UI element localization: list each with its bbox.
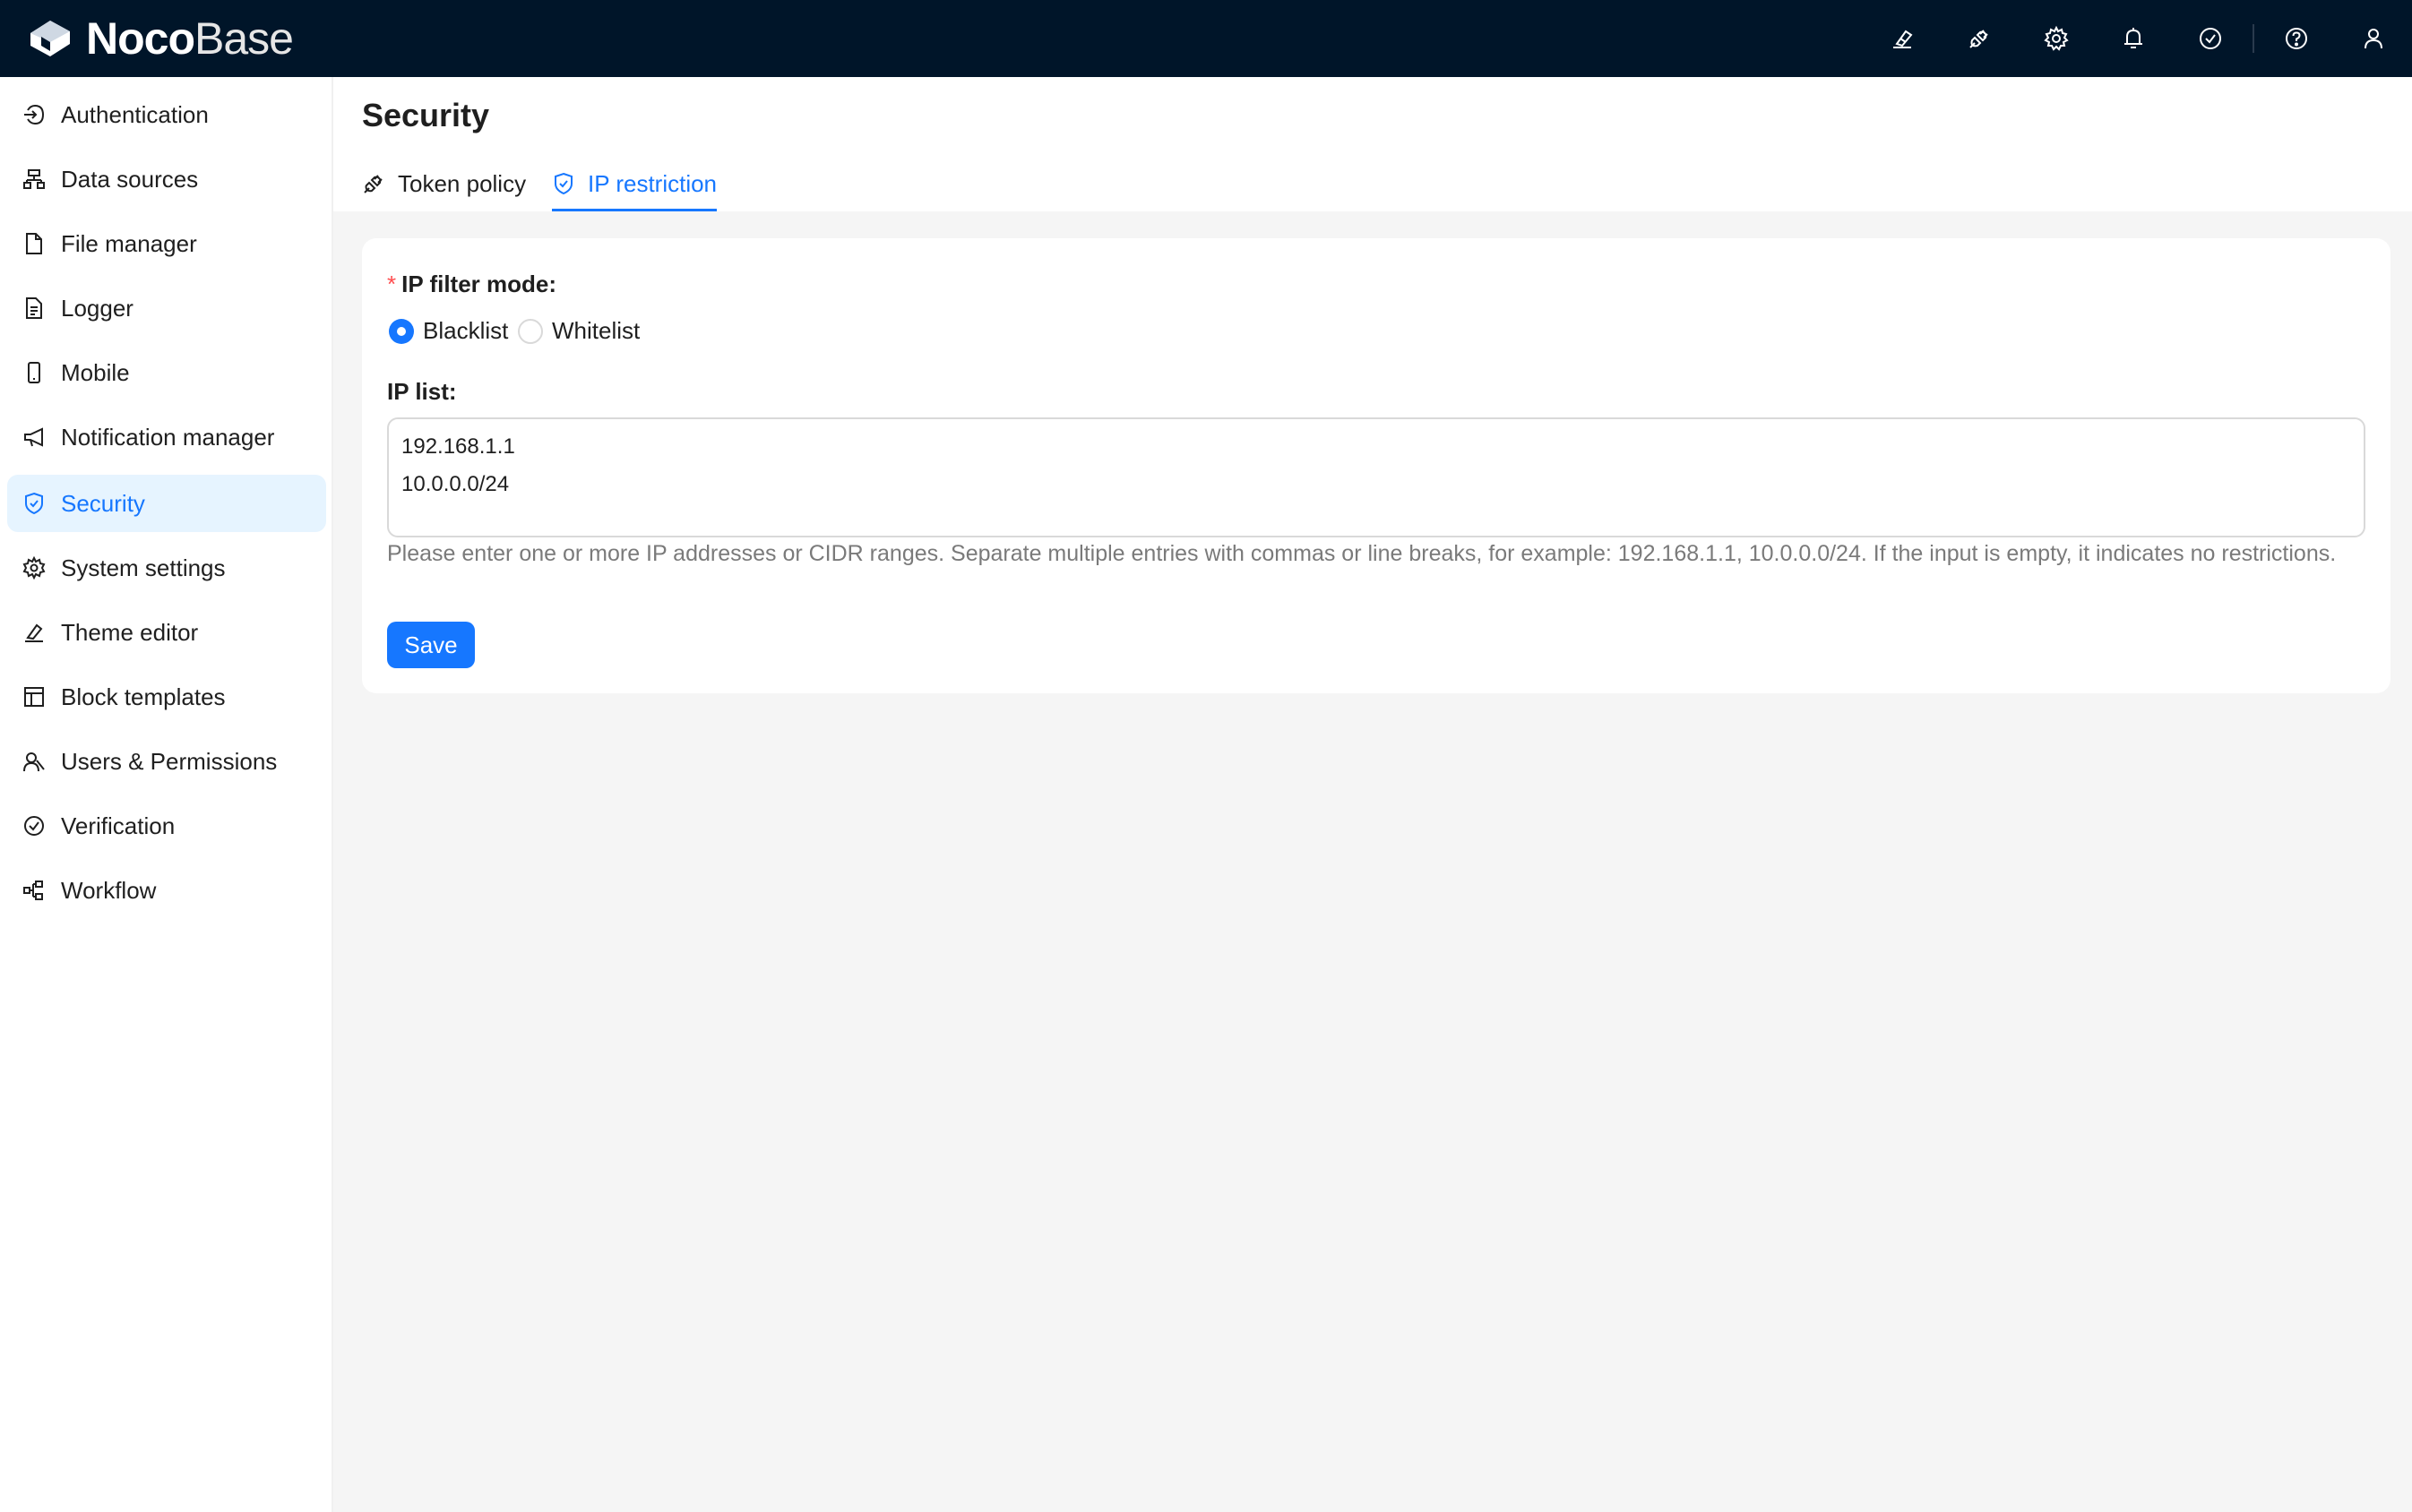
ip-list-textarea[interactable]: 192.168.1.1 10.0.0.0/24: [387, 417, 2365, 537]
user-icon[interactable]: [2335, 0, 2412, 77]
sidebar-item-block-templates[interactable]: Block templates: [7, 668, 326, 726]
sidebar-item-file-manager[interactable]: File manager: [7, 215, 326, 272]
gear-icon: [20, 554, 48, 582]
save-button[interactable]: Save: [387, 622, 475, 668]
help-icon[interactable]: [2258, 0, 2335, 77]
sidebar-item-authentication[interactable]: Authentication: [7, 86, 326, 143]
radio-label: Whitelist: [552, 317, 641, 344]
radio-whitelist[interactable]: Whitelist: [518, 317, 640, 345]
ip-list-line: 10.0.0.0/24: [401, 472, 510, 496]
settings-gear-icon[interactable]: [2018, 0, 2095, 77]
sidebar-item-notification-manager[interactable]: Notification manager: [7, 408, 326, 466]
sidebar-item-label: File manager: [61, 229, 197, 257]
sidebar-item-security[interactable]: Security: [7, 475, 326, 532]
sidebar-item-label: Data sources: [61, 165, 199, 193]
sidebar-item-label: System settings: [61, 554, 226, 581]
ip-filter-mode-label: * IP filter mode:: [387, 271, 557, 297]
check-circle-icon[interactable]: [2172, 0, 2249, 77]
sidebar-item-users-permissions[interactable]: Users & Permissions: [7, 733, 326, 790]
file-text-icon: [20, 294, 48, 322]
radio-label: Blacklist: [423, 317, 509, 344]
sidebar-item-workflow[interactable]: Workflow: [7, 862, 326, 919]
page-header: Security Token policy IP restriction: [333, 77, 2412, 211]
tab-ip-restriction[interactable]: IP restriction: [552, 156, 718, 211]
users-icon: [20, 747, 48, 776]
file-icon: [20, 229, 48, 258]
layout-icon: [20, 683, 48, 711]
radio-blacklist[interactable]: Blacklist: [389, 317, 508, 345]
workflow-icon: [20, 876, 48, 905]
megaphone-icon: [20, 423, 48, 451]
sidebar-item-label: Workflow: [61, 876, 157, 904]
sidebar-item-label: Verification: [61, 812, 176, 839]
settings-sidebar: Authentication Data sources File manager…: [0, 77, 333, 1512]
sidebar-item-system-settings[interactable]: System settings: [7, 539, 326, 597]
theme-brush-icon[interactable]: [1864, 0, 1941, 77]
sidebar-item-label: Authentication: [61, 100, 209, 128]
plug-icon: [364, 175, 383, 193]
ip-list-line: 192.168.1.1: [401, 434, 515, 459]
sidebar-item-data-sources[interactable]: Data sources: [7, 150, 326, 208]
required-mark: *: [387, 271, 397, 297]
app-name: NocoBase: [86, 13, 294, 64]
login-icon: [20, 100, 48, 129]
app-logo[interactable]: NocoBase: [25, 0, 294, 77]
sidebar-item-label: Logger: [61, 294, 134, 322]
tab-token-policy[interactable]: Token policy: [362, 156, 526, 211]
brush-icon: [20, 618, 48, 647]
tab-label: Token policy: [398, 169, 527, 197]
sidebar-item-label: Block templates: [61, 683, 226, 710]
nocobase-logo-icon: [30, 21, 70, 56]
tab-label: IP restriction: [588, 169, 718, 197]
page-title: Security: [362, 97, 490, 133]
sidebar-item-label: Users & Permissions: [61, 747, 278, 775]
sidebar-item-verification[interactable]: Verification: [7, 797, 326, 855]
plugin-icon[interactable]: [1941, 0, 2018, 77]
ip-list-label: IP list:: [387, 378, 457, 405]
sidebar-item-theme-editor[interactable]: Theme editor: [7, 604, 326, 661]
check-circle-icon: [20, 812, 48, 840]
sidebar-item-label: Notification manager: [61, 423, 275, 451]
bell-icon[interactable]: [2095, 0, 2172, 77]
sidebar-item-logger[interactable]: Logger: [7, 279, 326, 337]
radio-checked-indicator[interactable]: [389, 318, 414, 344]
top-navigation-bar: NocoBase: [0, 0, 2412, 77]
sidebar-item-label: Security: [61, 489, 145, 517]
sidebar-item-label: Mobile: [61, 358, 130, 386]
ip-list-help-text: Please enter one or more IP addresses or…: [387, 541, 2337, 566]
topbar-divider: [2253, 24, 2254, 53]
shield-icon: [20, 489, 48, 518]
sidebar-item-label: Theme editor: [61, 618, 199, 646]
database-icon: [20, 165, 48, 193]
radio-unchecked-indicator[interactable]: [518, 318, 543, 344]
mobile-icon: [20, 358, 48, 387]
shield-icon: [555, 172, 573, 195]
sidebar-item-mobile[interactable]: Mobile: [7, 344, 326, 401]
